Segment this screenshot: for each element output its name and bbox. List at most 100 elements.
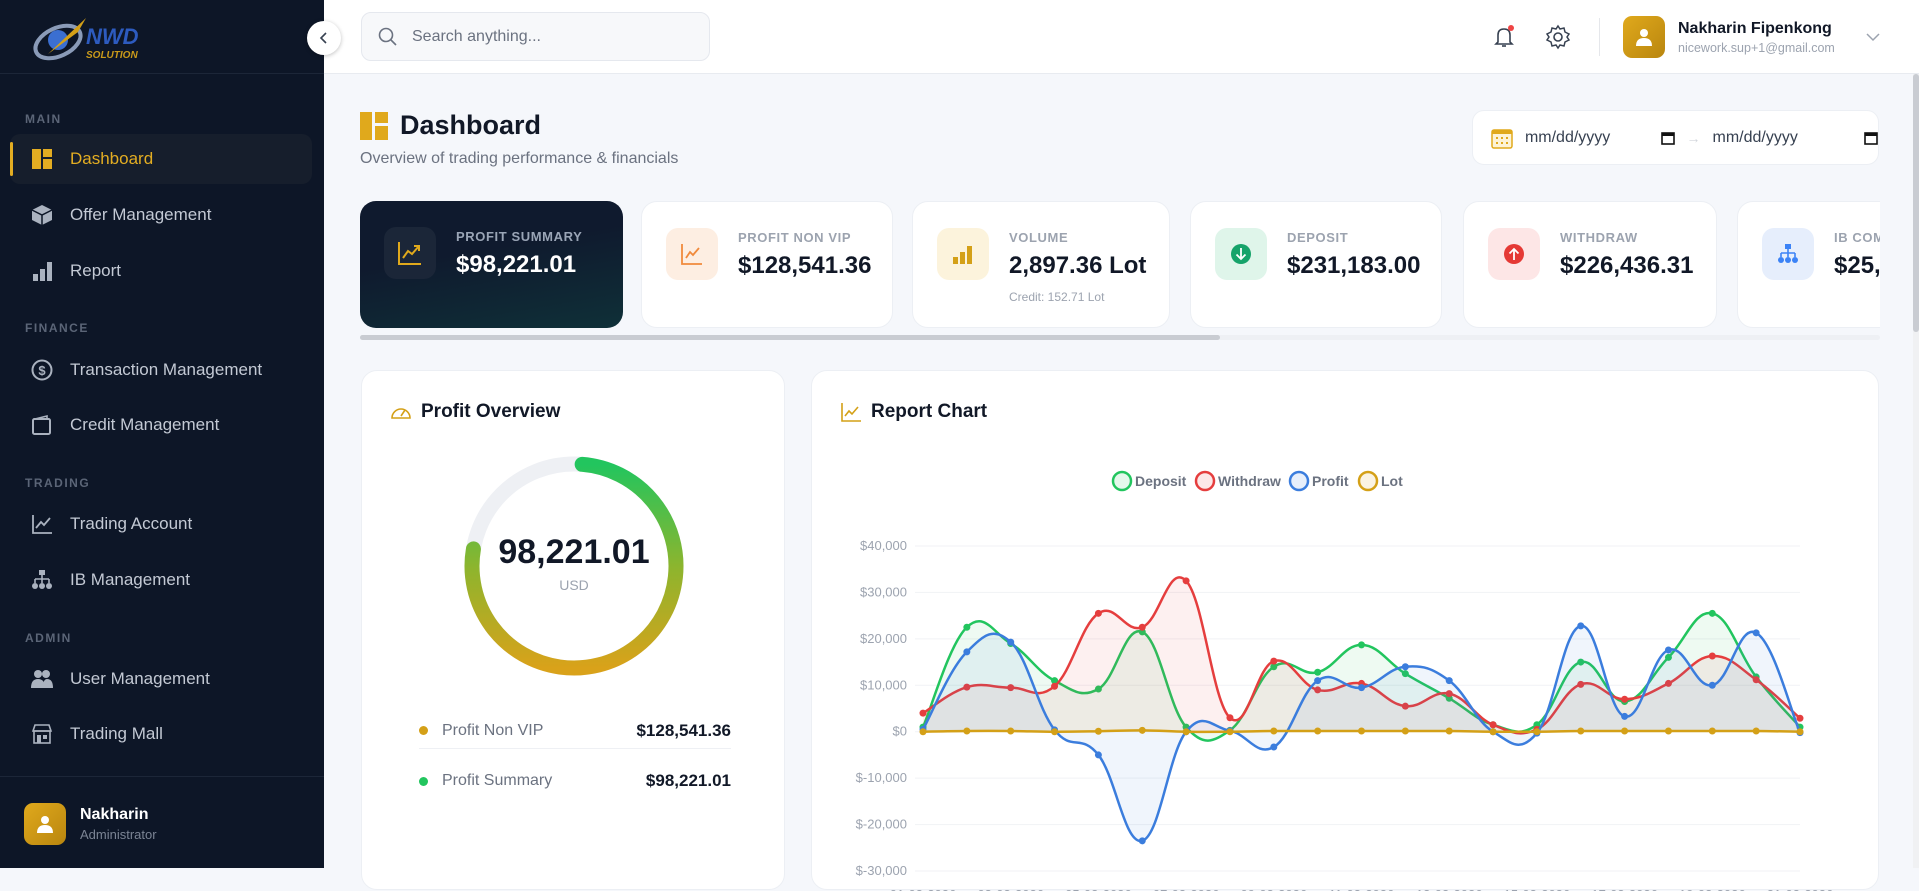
dashboard-icon: [30, 147, 54, 171]
stat-card-profit-non-vip[interactable]: PROFIT NON VIP $128,541.36: [641, 201, 893, 328]
sidebar-item-trading-account[interactable]: Trading Account: [10, 499, 312, 549]
data-point-lot: [1796, 728, 1804, 736]
search-icon: [378, 27, 397, 46]
line-chart-icon: [30, 512, 54, 536]
logo-graphic: NWD SOLUTION: [33, 18, 139, 61]
calendar-icon[interactable]: [1864, 131, 1878, 145]
stat-card-volume[interactable]: VOLUME 2,897.36 Lot Credit: 152.71 Lot: [912, 201, 1170, 328]
x-tick-label: 15-03-2026: [1504, 887, 1571, 891]
sidebar-item-label: Report: [70, 261, 122, 280]
profit-overview-card: Profit Overview 98,221.01 USD Profit Non…: [361, 370, 785, 890]
data-point-lot: [1314, 727, 1322, 735]
legend-dot: [419, 776, 428, 786]
user-email: nicework.sup+1@gmail.com: [1678, 40, 1835, 55]
sidebar-item-transaction-management[interactable]: $ Transaction Management: [10, 345, 312, 395]
scrollbar-thumb[interactable]: [360, 335, 1220, 340]
date-to-input[interactable]: mm/dd/yyyy: [1713, 129, 1879, 147]
divider: [0, 73, 324, 74]
sidebar-user[interactable]: Nakharin Administrator: [24, 803, 157, 845]
data-point-profit: [1664, 646, 1672, 654]
stat-card-withdraw[interactable]: WITHDRAW $226,436.31: [1463, 201, 1717, 328]
section-label-admin: ADMIN: [25, 631, 72, 645]
sidebar-item-user-management[interactable]: User Management: [10, 654, 312, 704]
sidebar-item-ib-management[interactable]: IB Management: [10, 555, 312, 605]
legend-marker: [1357, 470, 1379, 492]
data-point-withdraw: [1138, 623, 1146, 631]
data-point-lot: [1752, 727, 1760, 735]
gear-icon: [1545, 24, 1571, 50]
data-point-withdraw: [1270, 657, 1278, 665]
y-tick-label: $-10,000: [856, 770, 907, 785]
stat-card-profit-summary[interactable]: PROFIT SUMMARY $98,221.01: [360, 201, 623, 328]
section-label-finance: FINANCE: [25, 321, 89, 335]
data-point-withdraw: [1094, 609, 1102, 617]
data-point-deposit: [1708, 609, 1716, 617]
date-range-picker: mm/dd/yyyy → mm/dd/yyyy: [1472, 110, 1879, 165]
divider: [1599, 18, 1600, 56]
arrow-down-circle-icon: [1215, 228, 1267, 280]
data-point-lot: [1138, 726, 1146, 734]
x-tick-label: 05-03-2026: [1065, 887, 1132, 891]
sidebar-item-credit-management[interactable]: Credit Management: [10, 400, 312, 450]
sidebar-item-label: Offer Management: [70, 205, 212, 224]
data-point-profit: [963, 648, 971, 656]
data-point-lot: [1007, 727, 1015, 735]
store-icon: [30, 722, 54, 746]
logo[interactable]: NWD SOLUTION: [28, 10, 178, 68]
vertical-scrollbar[interactable]: [1913, 74, 1919, 868]
y-tick-label: $40,000: [860, 538, 907, 553]
sidebar-item-dashboard[interactable]: Dashboard: [10, 134, 312, 184]
calendar-icon[interactable]: [1660, 131, 1675, 145]
data-point-profit: [1621, 712, 1629, 720]
notifications-button[interactable]: [1492, 24, 1518, 50]
data-point-profit: [1445, 677, 1453, 685]
data-point-profit: [1007, 638, 1015, 646]
x-tick-label: 17-03-2026: [1591, 887, 1658, 891]
header: Nakharin Fipenkong nicework.sup+1@gmail.…: [324, 0, 1919, 74]
data-point-deposit: [1358, 641, 1365, 649]
scrollbar-thumb[interactable]: [1913, 74, 1919, 332]
x-tick-label: 07-03-2026: [1153, 887, 1220, 891]
search-box[interactable]: [361, 12, 710, 61]
notification-dot: [1508, 25, 1514, 31]
sidebar-item-report[interactable]: Report: [10, 246, 312, 296]
svg-text:$: $: [38, 363, 46, 378]
stat-label: PROFIT SUMMARY: [456, 229, 583, 244]
wallet-icon: [30, 413, 54, 437]
y-tick-label: $20,000: [860, 631, 907, 646]
data-point-lot: [963, 727, 971, 735]
stat-value: $98,221.01: [456, 251, 577, 278]
sidebar-item-trading-mall[interactable]: Trading Mall: [10, 709, 312, 759]
users-icon: [30, 667, 54, 691]
user-menu[interactable]: Nakharin Fipenkong nicework.sup+1@gmail.…: [1623, 16, 1881, 58]
user-name: Nakharin Fipenkong: [1678, 19, 1832, 37]
stat-card-deposit[interactable]: DEPOSIT $231,183.00: [1190, 201, 1442, 328]
chevron-down-icon: [1866, 33, 1880, 42]
data-point-lot: [1664, 727, 1672, 735]
bar-chart-icon: [30, 259, 54, 283]
data-point-withdraw: [1226, 714, 1234, 722]
collapse-sidebar-button[interactable]: [307, 21, 341, 55]
stat-card-ib-commission[interactable]: IB COM $25,: [1737, 201, 1880, 328]
sidebar: NWD SOLUTION MAIN Dashboard Offer Manage…: [0, 0, 324, 868]
horizontal-scrollbar[interactable]: [360, 335, 1880, 340]
y-tick-label: $30,000: [860, 584, 907, 599]
y-tick-label: $0: [893, 724, 907, 739]
legend-marker: [1111, 470, 1133, 492]
data-point-profit: [1270, 743, 1278, 751]
date-from-input[interactable]: mm/dd/yyyy: [1525, 129, 1675, 147]
search-input[interactable]: [412, 27, 692, 46]
stat-label: DEPOSIT: [1287, 230, 1349, 245]
dollar-circle-icon: $: [30, 358, 54, 382]
legend-label: Lot: [1381, 473, 1403, 489]
settings-button[interactable]: [1545, 24, 1571, 55]
data-point-lot: [1621, 727, 1629, 735]
sidebar-item-offer-management[interactable]: Offer Management: [10, 190, 312, 240]
data-point-profit: [1577, 622, 1585, 630]
sidebar-item-label: Dashboard: [70, 149, 154, 168]
x-tick-label: 09-03-2026: [1241, 887, 1308, 891]
data-point-profit: [1401, 663, 1409, 671]
x-tick-label: 19-03-2026: [1679, 887, 1746, 891]
date-separator: →: [1686, 129, 1701, 146]
date-from-placeholder: mm/dd/yyyy: [1524, 128, 1611, 146]
